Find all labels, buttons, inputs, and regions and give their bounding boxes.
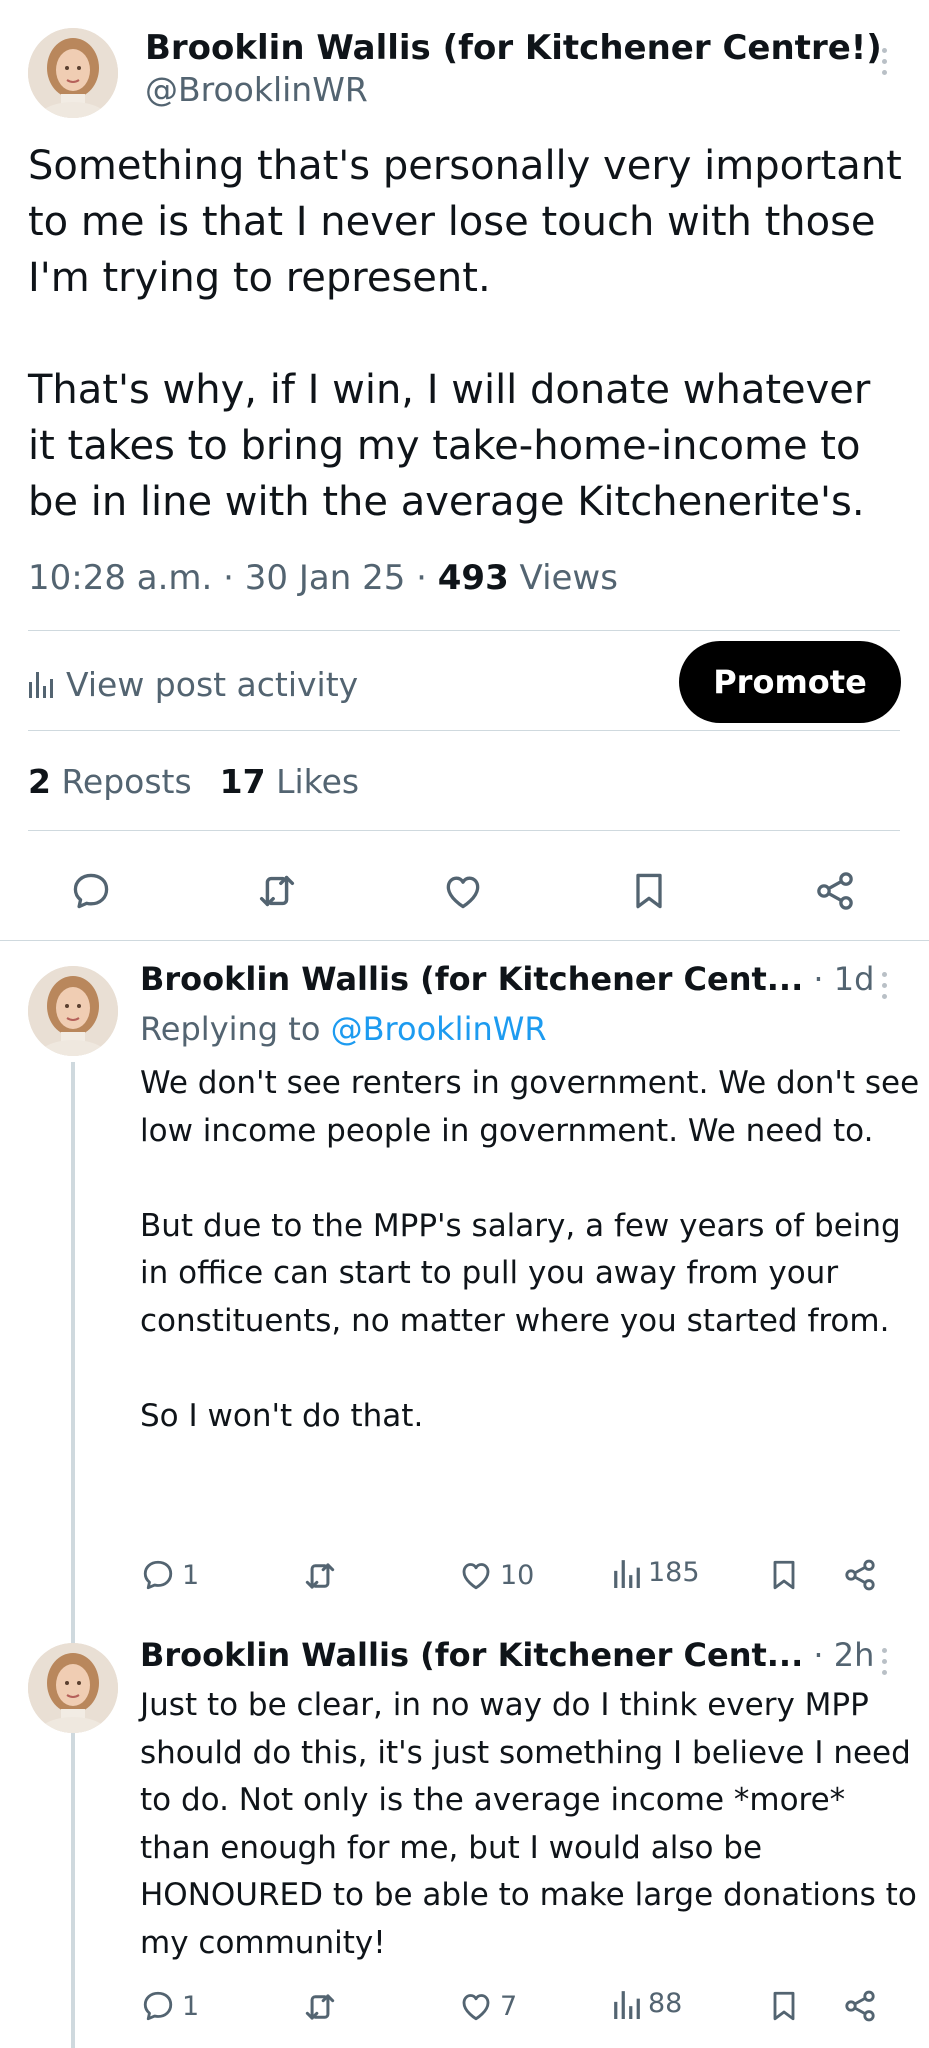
more-options-icon[interactable] bbox=[878, 972, 890, 999]
reply-text: We don't see renters in government. We d… bbox=[140, 1065, 920, 1434]
likes-stat[interactable]: 17 Likes bbox=[220, 762, 359, 801]
more-options-icon[interactable] bbox=[878, 1648, 890, 1675]
views-action[interactable]: 88 bbox=[612, 1988, 682, 2019]
reply-time: · 2h bbox=[803, 1636, 875, 1674]
bookmark-action[interactable] bbox=[766, 1988, 802, 2024]
replying-to-label: Replying to bbox=[140, 1010, 331, 1048]
reply-author-name-text: Brooklin Wallis (for Kitchener Cent... bbox=[140, 1636, 804, 1674]
engagement-stats: 2 Reposts 17 Likes bbox=[28, 762, 359, 801]
reply-icon[interactable] bbox=[66, 866, 116, 916]
more-options-icon[interactable] bbox=[878, 48, 890, 75]
promote-button[interactable]: Promote bbox=[679, 641, 901, 723]
bookmark-icon bbox=[773, 1560, 795, 1590]
analytics-icon bbox=[29, 672, 53, 698]
reply-time: · 1d bbox=[803, 960, 875, 998]
like-action[interactable]: 7 bbox=[458, 1988, 517, 2024]
reply-text: Just to be clear, in no way do I think e… bbox=[140, 1687, 927, 1961]
post-timestamp: 10:28 a.m. · 30 Jan 25 · bbox=[28, 558, 438, 598]
like-count: 7 bbox=[500, 1990, 518, 2022]
reply-author-name[interactable]: Brooklin Wallis (for Kitchener Cent... ·… bbox=[140, 960, 874, 998]
reposts-label: Reposts bbox=[50, 762, 192, 801]
repost-action[interactable] bbox=[300, 1988, 340, 2026]
main-post: Brooklin Wallis (for Kitchener Centre!) … bbox=[0, 0, 929, 940]
like-action[interactable]: 10 bbox=[458, 1557, 534, 1593]
views-count: 493 bbox=[437, 558, 509, 598]
likes-count: 17 bbox=[219, 762, 266, 801]
repost-icon bbox=[305, 1563, 335, 1589]
reposts-count: 2 bbox=[28, 762, 51, 801]
reply-author-name[interactable]: Brooklin Wallis (for Kitchener Cent... ·… bbox=[140, 1636, 874, 1674]
reply-action[interactable]: 1 bbox=[140, 1557, 199, 1593]
view-post-activity-label: View post activity bbox=[66, 664, 359, 704]
reply-action[interactable]: 1 bbox=[140, 1988, 199, 2024]
analytics-icon bbox=[614, 1559, 640, 1588]
like-icon bbox=[462, 1563, 490, 1590]
bookmark-icon[interactable] bbox=[624, 866, 674, 916]
reply-icon bbox=[143, 1560, 173, 1590]
like-count: 10 bbox=[500, 1559, 535, 1591]
replying-to: Replying to @BrooklinWR bbox=[140, 1010, 547, 1048]
views-count: 88 bbox=[648, 1988, 683, 2019]
repost-icon[interactable] bbox=[252, 866, 302, 916]
views-action[interactable]: 185 bbox=[612, 1557, 700, 1588]
bookmark-action[interactable] bbox=[766, 1557, 802, 1593]
reply-count: 1 bbox=[182, 1990, 200, 2022]
view-post-activity-link[interactable]: View post activity bbox=[28, 662, 358, 706]
share-action[interactable] bbox=[842, 1988, 878, 2024]
thread-connector bbox=[71, 1062, 75, 2048]
section-divider bbox=[0, 940, 929, 941]
repost-icon bbox=[305, 1994, 335, 2020]
like-icon bbox=[462, 1994, 490, 2021]
share-icon bbox=[845, 1990, 875, 2022]
likes-label: Likes bbox=[265, 762, 360, 801]
reply-icon bbox=[143, 1991, 173, 2021]
post-text: Something that's personally very importa… bbox=[28, 143, 902, 525]
divider bbox=[28, 830, 900, 831]
repost-action[interactable] bbox=[300, 1557, 340, 1595]
replying-to-handle[interactable]: @BrooklinWR bbox=[331, 1010, 547, 1048]
share-action[interactable] bbox=[842, 1557, 878, 1593]
analytics-icon bbox=[614, 1990, 640, 2019]
reply-count: 1 bbox=[182, 1559, 200, 1591]
like-icon[interactable] bbox=[438, 866, 488, 916]
author-avatar[interactable] bbox=[28, 1643, 118, 1733]
author-name[interactable]: Brooklin Wallis (for Kitchener Centre!) bbox=[145, 28, 882, 68]
views-label: Views bbox=[508, 558, 618, 598]
post-metadata: 10:28 a.m. · 30 Jan 25 · 493 Views bbox=[28, 558, 618, 598]
views-count: 185 bbox=[648, 1557, 700, 1588]
reposts-stat[interactable]: 2 Reposts bbox=[28, 762, 192, 801]
author-avatar[interactable] bbox=[28, 966, 118, 1056]
share-icon bbox=[845, 1559, 875, 1591]
reply-author-name-text: Brooklin Wallis (for Kitchener Cent... bbox=[140, 960, 804, 998]
share-icon[interactable] bbox=[810, 866, 860, 916]
divider bbox=[28, 630, 900, 631]
divider bbox=[28, 730, 900, 731]
bookmark-icon bbox=[773, 1991, 795, 2021]
author-handle[interactable]: @BrooklinWR bbox=[145, 70, 368, 109]
author-avatar[interactable] bbox=[28, 28, 118, 118]
